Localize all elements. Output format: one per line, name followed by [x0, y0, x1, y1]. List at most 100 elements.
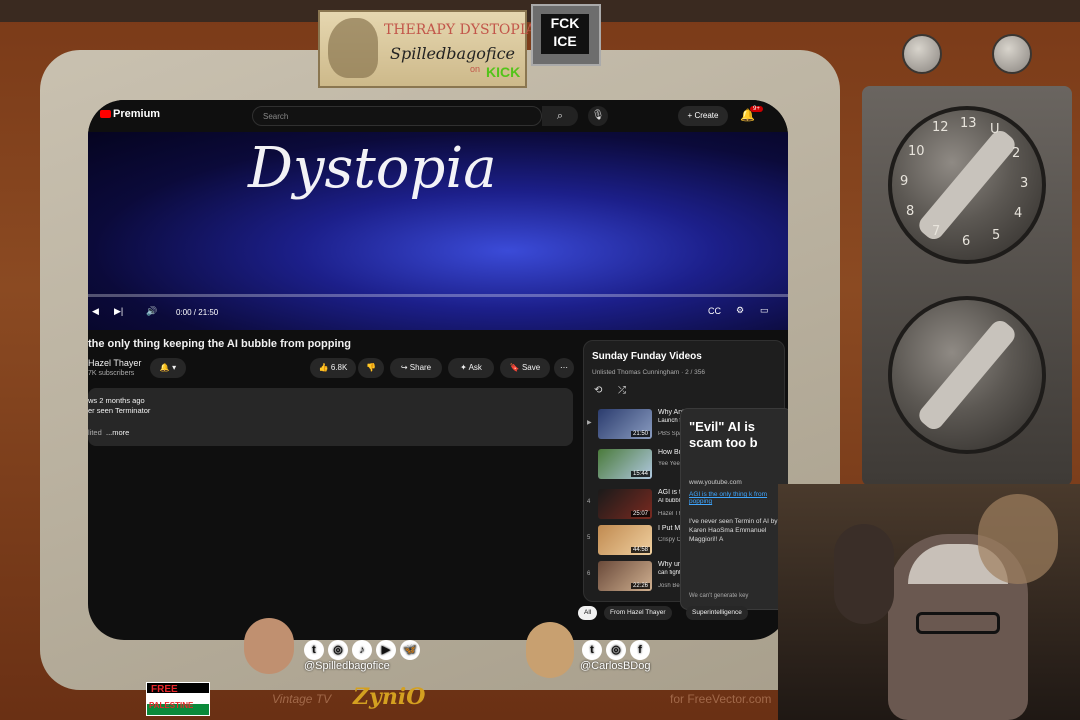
item-index: 4 [587, 499, 591, 505]
youtube-icon[interactable]: ▶ [376, 640, 396, 660]
more-actions-icon[interactable]: ⋯ [554, 358, 574, 378]
dog-figure-icon [328, 18, 378, 78]
next-icon[interactable]: ▶| [114, 306, 123, 317]
dial-number: 7 [932, 224, 941, 239]
palestine-text: PALESTINE [149, 701, 194, 710]
tv-screen: Premium Search ⌕ 🎙 + Create 🔔 9+ Dystopi… [88, 100, 788, 640]
social-handle-left: @Spilledbagofice [304, 660, 390, 672]
desc-text: er seen Terminator [88, 406, 151, 415]
loop-icon[interactable]: ⟲ [594, 385, 602, 396]
miniplayer-icon[interactable]: ▭ [760, 305, 769, 316]
vintage-tv-watermark: Vintage TV [272, 692, 332, 706]
tiktok-icon[interactable]: ♪ [352, 640, 372, 660]
tv-control-panel: 12 13 U 2 3 4 5 6 7 8 9 10 [862, 34, 1072, 486]
free-text: FREE [151, 684, 178, 695]
streamer-avatar [244, 618, 294, 674]
video-art-text: Dystopia [248, 136, 497, 201]
channel-dial-handle [915, 126, 1019, 244]
instagram-icon[interactable]: ◎ [328, 640, 348, 660]
like-button[interactable]: 👍 6.8K [310, 358, 356, 378]
video-title: the only thing keeping the AI bubble fro… [88, 338, 351, 350]
shuffle-icon[interactable]: ⤮ [618, 385, 626, 396]
fck-ice-sticker: FCK ICE [531, 4, 601, 66]
video-thumbnail: 44:58 [598, 525, 652, 555]
therapy-dystopia-banner: THERAPY DYSTOPIA Spilledbagofice on KICK [318, 10, 535, 88]
twitter-icon[interactable]: t [582, 640, 602, 660]
popup-url: www.youtube.com [689, 479, 742, 486]
channel-dial: 12 13 U 2 3 4 5 6 7 8 9 10 [888, 106, 1046, 264]
top-knob-left [902, 34, 942, 74]
subscribe-bell-button[interactable]: 🔔 ▾ [150, 358, 186, 378]
previous-icon[interactable]: ◀ [92, 306, 99, 317]
logo-label: Premium [113, 108, 161, 120]
show-more-link[interactable]: ...more [106, 428, 129, 437]
twitter-icon[interactable]: t [304, 640, 324, 660]
subscriber-count: 7K subscribers [88, 370, 135, 377]
fck-text: FCK [550, 15, 580, 31]
dial-number: 3 [1020, 176, 1029, 191]
item-index: 5 [587, 535, 591, 541]
dial-number: 13 [960, 116, 977, 131]
dial-number: 4 [1014, 206, 1023, 221]
search-icon[interactable]: ⌕ [542, 106, 578, 126]
social-handle-right: @CarlosBDog [580, 660, 651, 672]
share-label: Share [409, 363, 432, 372]
social-icons-right: t ◎ f [582, 640, 654, 660]
dial-number: U [990, 122, 1000, 137]
glasses-icon [916, 612, 1000, 634]
video-progress-bar[interactable] [88, 294, 788, 297]
duration: 22:26 [630, 583, 650, 589]
popup-footer: We can't generate key [689, 593, 749, 599]
settings-gear-icon[interactable]: ⚙ [736, 305, 744, 316]
dog-avatar [526, 622, 574, 678]
channel-name[interactable]: Hazel Thayer [88, 358, 141, 368]
share-button[interactable]: ↪ Share [390, 358, 442, 378]
ask-button[interactable]: ✦ Ask [448, 358, 494, 378]
dial-number: 2 [1012, 146, 1021, 161]
create-button[interactable]: + Create [678, 106, 728, 126]
youtube-logo[interactable]: Premium [100, 108, 160, 120]
dial-number: 9 [900, 174, 909, 189]
player-controls: ◀ ▶| 🔊 0:00 / 21:50 CC ⚙ ▭ [88, 300, 788, 324]
playlist-title: Sunday Funday Videos [592, 351, 702, 362]
captions-icon[interactable]: CC [708, 306, 721, 316]
zynio-logo: ZyniO [353, 684, 426, 710]
save-label: Save [521, 363, 541, 372]
chip-topic[interactable]: Superintelligence [686, 606, 748, 620]
facebook-icon[interactable]: f [630, 640, 650, 660]
social-icons-left: t ◎ ♪ ▶ 🦋 [304, 640, 424, 660]
video-description[interactable]: ws 2 months ago er seen Terminator lited… [88, 388, 573, 446]
popup-quote: "Evil" AI is scam too b [689, 419, 758, 450]
notification-count-badge: 9+ [750, 106, 763, 112]
like-count: 6.8K [330, 363, 348, 372]
playlist-subtitle: Unlisted Thomas Cunningham · 2 / 356 [592, 369, 705, 376]
youtube-header: Premium Search ⌕ 🎙 + Create 🔔 9+ [88, 100, 788, 132]
chip-from-channel[interactable]: From Hazel Thayer [604, 606, 672, 620]
chip-all[interactable]: All [578, 606, 598, 620]
freevector-watermark: for FreeVector.com [670, 692, 772, 706]
dislike-button[interactable]: 👎 [358, 358, 384, 378]
volume-dial [888, 296, 1046, 454]
skull-decor [834, 524, 894, 624]
duration: 21:50 [630, 431, 650, 437]
volume-icon[interactable]: 🔊 [146, 306, 157, 317]
save-button[interactable]: 🔖 Save [500, 358, 550, 378]
popup-link[interactable]: AGI is the only thing k from popping [689, 491, 788, 505]
time-display: 0:00 / 21:50 [176, 308, 219, 317]
dog-poster [978, 494, 1058, 584]
search-input[interactable]: Search [252, 106, 542, 126]
dial-number: 8 [906, 204, 915, 219]
popup-body: I've never seen Termin of AI by Karen Ha… [689, 518, 778, 543]
desc-prefix: lited [88, 428, 102, 437]
video-thumbnail: 25:07 [598, 489, 652, 519]
create-label: Create [694, 111, 719, 120]
microphone-icon[interactable]: 🎙 [588, 106, 608, 126]
instagram-icon[interactable]: ◎ [606, 640, 626, 660]
banner-line3: on [470, 64, 481, 74]
dial-number: 6 [962, 234, 971, 249]
bluesky-icon[interactable]: 🦋 [400, 640, 420, 660]
banner-line1: THERAPY DYSTOPIA [384, 22, 536, 38]
video-thumbnail: 22:26 [598, 561, 652, 591]
fck-ice-inner: FCK ICE [541, 14, 589, 54]
duration: 25:07 [630, 511, 650, 517]
